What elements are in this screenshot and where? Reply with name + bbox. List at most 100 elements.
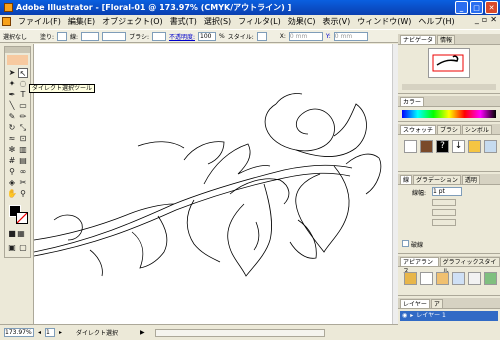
adobe-flower-icon xyxy=(7,55,28,65)
y-input[interactable]: 0 mm xyxy=(333,31,368,41)
tab-color[interactable]: カラー xyxy=(400,97,425,106)
brush-select[interactable] xyxy=(151,31,166,41)
type-tool-icon[interactable]: T xyxy=(18,90,28,100)
layer-name[interactable]: レイヤー 1 xyxy=(416,311,446,321)
free-transform-icon[interactable]: ⊡ xyxy=(18,134,28,144)
stroke-weight-select[interactable] xyxy=(102,31,127,41)
opacity-input[interactable]: 100 xyxy=(198,31,216,41)
line-tool-icon[interactable]: ╲ xyxy=(7,101,17,111)
doc-minimize-button[interactable]: _ xyxy=(475,15,479,24)
gradient-tool-icon[interactable]: ▤ xyxy=(18,156,28,166)
tab-graphic-styles[interactable]: グラフィックスタイル xyxy=(439,257,500,275)
navigator-zoom-slider[interactable] xyxy=(402,84,496,90)
arrow-symbol-icon[interactable]: ↓ xyxy=(452,140,465,153)
graphic-style-swatch[interactable] xyxy=(420,272,433,285)
horizontal-scrollbar[interactable] xyxy=(154,328,325,337)
style-swatch[interactable] xyxy=(256,31,267,41)
menu-view[interactable]: 表示(V) xyxy=(323,16,351,27)
graphic-style-swatch[interactable] xyxy=(404,272,417,285)
tab-brushes[interactable]: ブラシ xyxy=(437,125,461,134)
tab-actions[interactable]: ア xyxy=(430,299,443,308)
page-prev-button[interactable]: ◂ xyxy=(38,329,41,336)
navigator-thumbnail[interactable] xyxy=(428,48,470,78)
warp-tool-icon[interactable]: ≈ xyxy=(7,134,17,144)
stroke-color-swatch[interactable] xyxy=(16,212,28,224)
scale-tool-icon[interactable]: ⤡ xyxy=(18,123,28,133)
menu-object[interactable]: オブジェクト(O) xyxy=(102,16,163,27)
eyedropper-icon[interactable]: ⚲ xyxy=(7,167,17,177)
fill-swatch[interactable] xyxy=(57,31,68,41)
menu-select[interactable]: 選択(S) xyxy=(204,16,231,27)
tools-panel-handle[interactable] xyxy=(5,47,30,53)
symbol-swatch[interactable] xyxy=(404,140,417,153)
menu-edit[interactable]: 編集(E) xyxy=(68,16,95,27)
stroke-panel: 線 グラデーション 透明 線幅: 1 pt 破線 xyxy=(398,174,500,254)
menu-type[interactable]: 書式(T) xyxy=(170,16,197,27)
tab-navigator[interactable]: ナビゲータ xyxy=(400,35,437,44)
maximize-button[interactable]: □ xyxy=(470,1,483,14)
menu-help[interactable]: ヘルプ(H) xyxy=(418,16,454,27)
tab-gradient[interactable]: グラデーション xyxy=(413,175,461,184)
stroke-weight-input[interactable]: 1 pt xyxy=(432,187,462,196)
doc-restore-button[interactable]: ▫ xyxy=(482,15,487,24)
join-buttons[interactable] xyxy=(432,219,456,226)
graphic-style-swatch[interactable] xyxy=(484,272,497,285)
pen-tool-icon[interactable]: ✒ xyxy=(7,90,17,100)
selection-tool-icon[interactable]: ➤ xyxy=(7,68,17,78)
direct-selection-tool-icon[interactable]: ↖ xyxy=(18,68,28,78)
graphic-style-swatch[interactable] xyxy=(452,272,465,285)
stroke-swatch[interactable] xyxy=(81,31,100,41)
menu-window[interactable]: ウィンドウ(W) xyxy=(357,16,411,27)
live-paint-icon[interactable]: ◈ xyxy=(7,178,17,188)
pencil-icon[interactable]: ✏ xyxy=(18,112,28,122)
tab-appearance[interactable]: アピアランス xyxy=(400,257,439,275)
tab-swatches[interactable]: スウォッチ xyxy=(400,125,437,134)
symbol-sprayer-icon[interactable]: ✻ xyxy=(7,145,17,155)
tab-info[interactable]: 情報 xyxy=(437,35,456,44)
zoom-input[interactable]: 173.97% xyxy=(4,328,34,337)
screen-mode-icon[interactable]: ▣ xyxy=(7,243,17,253)
hand-tool-icon[interactable]: ✋ xyxy=(7,189,17,199)
tab-symbols[interactable]: シンボル xyxy=(461,125,492,134)
tab-transparency[interactable]: 透明 xyxy=(461,175,480,184)
magic-wand-icon[interactable]: ✦ xyxy=(7,79,17,89)
help-symbol-icon[interactable]: ? xyxy=(436,140,449,153)
opacity-label[interactable]: 不透明度: xyxy=(169,32,195,41)
menu-effect[interactable]: 効果(C) xyxy=(288,16,316,27)
page-number[interactable]: 1 xyxy=(45,328,56,337)
grass-symbol-icon[interactable] xyxy=(484,140,497,153)
slice-tool-icon[interactable]: ✂ xyxy=(18,178,28,188)
gradient-mode-icon[interactable]: ▦ xyxy=(16,229,26,239)
graph-tool-icon[interactable]: ▥ xyxy=(18,145,28,155)
dashed-line-checkbox[interactable] xyxy=(402,240,409,247)
symbol-swatch[interactable] xyxy=(420,140,433,153)
doc-close-button[interactable]: ✕ xyxy=(490,15,497,24)
graphic-style-swatch[interactable] xyxy=(468,272,481,285)
stroke-weight-label: 線幅: xyxy=(412,190,427,197)
cap-buttons[interactable] xyxy=(432,209,456,216)
page-next-button[interactable]: ▸ xyxy=(59,329,62,336)
x-input[interactable]: 0 mm xyxy=(288,31,323,41)
paintbrush-icon[interactable]: ✎ xyxy=(7,112,17,122)
menu-filter[interactable]: フィルタ(L) xyxy=(238,16,281,27)
rotate-tool-icon[interactable]: ↻ xyxy=(7,123,17,133)
burst-symbol-icon[interactable] xyxy=(468,140,481,153)
lasso-icon[interactable]: ◌ xyxy=(18,79,28,89)
zoom-tool-icon[interactable]: ⚲ xyxy=(18,189,28,199)
tab-layers[interactable]: レイヤー xyxy=(400,299,430,308)
color-spectrum[interactable] xyxy=(402,110,496,118)
close-button[interactable]: ✕ xyxy=(485,1,498,14)
status-menu-button[interactable]: ▶ xyxy=(140,329,145,336)
eye-icon[interactable]: ◉ xyxy=(402,311,407,321)
expand-arrow-icon[interactable]: ▸ xyxy=(410,311,413,321)
miter-limit-input[interactable] xyxy=(432,199,456,206)
menu-file[interactable]: ファイル(F) xyxy=(18,16,61,27)
blend-tool-icon[interactable]: ∞ xyxy=(18,167,28,177)
minimize-button[interactable]: _ xyxy=(455,1,468,14)
graphic-style-swatch[interactable] xyxy=(436,272,449,285)
layer-row[interactable]: ◉ ▸ レイヤー 1 xyxy=(400,311,498,321)
full-screen-icon[interactable]: ▢ xyxy=(18,243,28,253)
mesh-tool-icon[interactable]: # xyxy=(7,156,17,166)
rectangle-tool-icon[interactable]: ▭ xyxy=(18,101,28,111)
tab-stroke[interactable]: 線 xyxy=(400,175,413,184)
